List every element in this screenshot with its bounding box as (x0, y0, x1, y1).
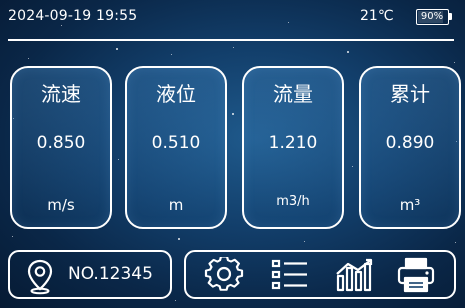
card-unit: m3/h (276, 194, 310, 209)
card-value: 0.510 (151, 133, 201, 153)
card-value: 0.890 (385, 133, 435, 153)
device-number: NO.12345 (68, 264, 153, 284)
card-title: 流速 (41, 82, 81, 106)
gear-icon[interactable] (204, 257, 244, 293)
datetime-text: 2024-09-19 19:55 (8, 8, 138, 24)
card-value: 0.850 (36, 133, 86, 153)
status-bar: 2024-09-19 19:55 21℃ 90% (0, 0, 465, 36)
battery-indicator: 90% (416, 9, 449, 25)
flow-speed-card[interactable]: 流速 0.850 m/s (10, 66, 112, 229)
printer-icon[interactable] (396, 257, 436, 293)
header-divider (8, 39, 454, 41)
cumulative-card[interactable]: 累计 0.890 m³ (359, 66, 461, 229)
bar-chart-icon[interactable] (334, 257, 374, 293)
liquid-level-card[interactable]: 液位 0.510 m (125, 66, 227, 229)
card-title: 液位 (156, 82, 196, 106)
location-pin-icon (25, 259, 55, 295)
temperature-text: 21℃ (360, 8, 394, 24)
toolbar (184, 250, 456, 299)
battery-label: 90% (420, 11, 444, 22)
card-title: 累计 (390, 82, 430, 106)
card-unit: m³ (399, 196, 421, 214)
battery-terminal (449, 13, 452, 20)
card-value: 1.210 (268, 133, 318, 153)
device-info[interactable]: NO.12345 (8, 250, 172, 299)
card-title: 流量 (273, 82, 313, 106)
card-unit: m (168, 196, 184, 214)
flow-rate-card[interactable]: 流量 1.210 m3/h (242, 66, 344, 229)
list-icon[interactable] (270, 257, 310, 293)
card-unit: m/s (47, 196, 75, 214)
